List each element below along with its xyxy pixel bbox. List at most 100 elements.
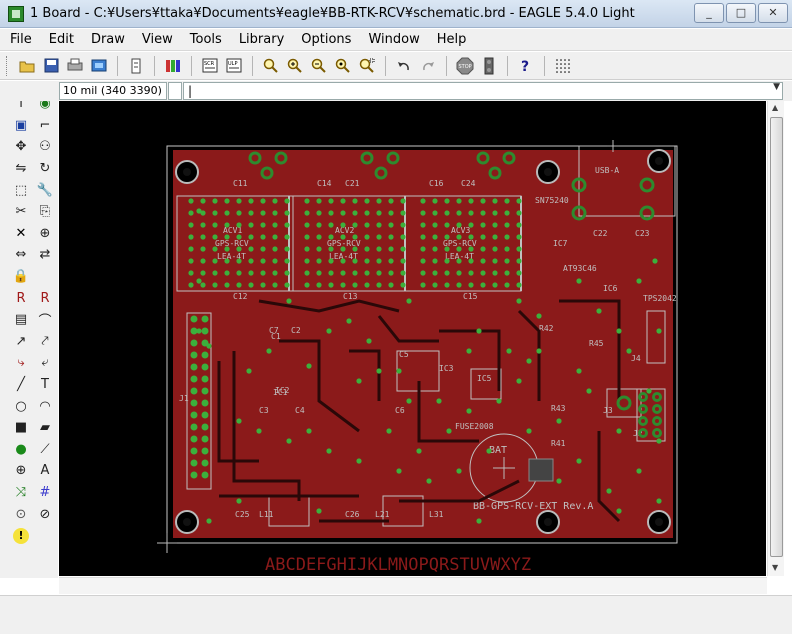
- horizontal-scrollbar[interactable]: [59, 577, 767, 594]
- toolbar-grip[interactable]: [6, 55, 9, 76]
- vertical-scrollbar[interactable]: ▲ ▼: [767, 101, 784, 576]
- via-icon[interactable]: ●: [10, 439, 32, 461]
- via: [248, 258, 254, 264]
- add-icon[interactable]: ⊕: [34, 223, 56, 245]
- vertical-scroll-thumb[interactable]: [770, 117, 783, 557]
- eagle-app-icon[interactable]: [8, 6, 24, 22]
- print-icon[interactable]: [65, 56, 85, 76]
- window-title: 1 Board - C:¥Users¥ttaka¥Documents¥eagle…: [30, 6, 635, 21]
- attribute-icon[interactable]: A: [34, 460, 56, 482]
- script-icon[interactable]: SCR: [200, 56, 220, 76]
- via: [200, 246, 206, 252]
- zoom-select-icon[interactable]: [357, 56, 377, 76]
- menu-help[interactable]: Help: [437, 32, 467, 47]
- via: [576, 458, 582, 464]
- maximize-button[interactable]: □: [726, 3, 756, 23]
- arc-icon[interactable]: ◠: [34, 395, 56, 417]
- menu-window[interactable]: Window: [368, 32, 419, 47]
- via: [196, 208, 202, 214]
- pinswap-icon[interactable]: ⇔: [10, 244, 32, 266]
- ripup-icon[interactable]: ⤶: [34, 352, 56, 374]
- route-icon[interactable]: ⤷: [10, 352, 32, 374]
- via: [200, 234, 206, 240]
- via: [201, 399, 209, 407]
- cam-icon[interactable]: [89, 56, 109, 76]
- scroll-up-icon[interactable]: ▲: [772, 103, 778, 112]
- menu-file[interactable]: File: [10, 32, 32, 47]
- replace-icon[interactable]: ⇄: [34, 244, 56, 266]
- open-icon[interactable]: [17, 56, 37, 76]
- erc-icon[interactable]: ⊙: [10, 503, 32, 525]
- coordinate-display: 10 mil (340 3390): [59, 82, 167, 100]
- close-button[interactable]: ✕: [758, 3, 788, 23]
- wire-icon[interactable]: ╱: [10, 374, 32, 396]
- grid-icon[interactable]: [553, 56, 573, 76]
- rotate-icon[interactable]: ↻: [34, 158, 56, 180]
- mirror-icon[interactable]: ⇋: [10, 158, 32, 180]
- stop-icon[interactable]: STOP: [455, 56, 475, 76]
- ulp-icon[interactable]: ULP: [224, 56, 244, 76]
- menu-library[interactable]: Library: [239, 32, 284, 47]
- layer-box[interactable]: [168, 82, 182, 100]
- go-icon[interactable]: [479, 56, 499, 76]
- via: [400, 222, 406, 228]
- zoom-in-icon[interactable]: [285, 56, 305, 76]
- value-icon[interactable]: R: [34, 287, 56, 309]
- redo-icon[interactable]: [418, 56, 438, 76]
- copy-icon[interactable]: ⚇: [34, 136, 56, 158]
- command-history-dropdown-icon[interactable]: ▼: [773, 82, 780, 92]
- text-icon[interactable]: T: [34, 374, 56, 396]
- board-drawing[interactable]: ACV1 GPS-RCV LEA-4T ACV2 GPS-RCV LEA-4T …: [59, 101, 766, 576]
- board-canvas[interactable]: ACV1 GPS-RCV LEA-4T ACV2 GPS-RCV LEA-4T …: [59, 101, 766, 576]
- hole-icon[interactable]: ⊕: [10, 460, 32, 482]
- command-input[interactable]: |: [183, 82, 783, 100]
- signal-icon[interactable]: ⟋: [34, 439, 56, 461]
- ratsnest-icon[interactable]: ⤨: [10, 482, 32, 504]
- change-icon[interactable]: 🔧: [34, 179, 56, 201]
- paste-icon[interactable]: ⎘: [34, 201, 56, 223]
- library-icon[interactable]: [163, 56, 183, 76]
- cut-icon[interactable]: ✂: [10, 201, 32, 223]
- menu-tools[interactable]: Tools: [190, 32, 222, 47]
- polygon-icon[interactable]: ▰: [34, 417, 56, 439]
- group-icon[interactable]: ⬚: [10, 179, 32, 201]
- menu-view[interactable]: View: [142, 32, 173, 47]
- split-icon[interactable]: ↗: [10, 331, 32, 353]
- via: [328, 222, 334, 228]
- via: [468, 258, 474, 264]
- help-icon[interactable]: ?: [516, 56, 536, 76]
- display-icon[interactable]: ▣: [10, 115, 32, 137]
- via: [432, 222, 438, 228]
- via: [260, 282, 266, 288]
- menu-draw[interactable]: Draw: [91, 32, 125, 47]
- lock-icon[interactable]: 🔒: [10, 266, 32, 288]
- miter-icon[interactable]: ⌒: [34, 309, 56, 331]
- zoom-redraw-icon[interactable]: [333, 56, 353, 76]
- drc-icon[interactable]: ⊘: [34, 503, 56, 525]
- minimize-button[interactable]: _: [694, 3, 724, 23]
- optimize-icon[interactable]: ⤤: [34, 331, 56, 353]
- smash-icon[interactable]: ▤: [10, 309, 32, 331]
- circle-icon[interactable]: ○: [10, 395, 32, 417]
- zoom-fit-icon[interactable]: [261, 56, 281, 76]
- save-icon[interactable]: [41, 56, 61, 76]
- via: [352, 234, 358, 240]
- via: [328, 234, 334, 240]
- via: [364, 234, 370, 240]
- via: [388, 246, 394, 252]
- c3-label: C3: [259, 406, 269, 415]
- auto-icon[interactable]: #: [34, 482, 56, 504]
- move-icon[interactable]: ✥: [10, 136, 32, 158]
- mark-icon[interactable]: ⌐: [34, 115, 56, 137]
- scroll-down-icon[interactable]: ▼: [772, 563, 778, 572]
- rect-icon[interactable]: ■: [10, 417, 32, 439]
- menu-edit[interactable]: Edit: [49, 32, 74, 47]
- zoom-out-icon[interactable]: [309, 56, 329, 76]
- name-icon[interactable]: R: [10, 287, 32, 309]
- via: [536, 348, 542, 354]
- undo-icon[interactable]: [394, 56, 414, 76]
- menu-options[interactable]: Options: [301, 32, 351, 47]
- delete-icon[interactable]: ✕: [10, 223, 32, 245]
- errors-icon[interactable]: !: [13, 527, 29, 544]
- board-switch-icon[interactable]: [126, 56, 146, 76]
